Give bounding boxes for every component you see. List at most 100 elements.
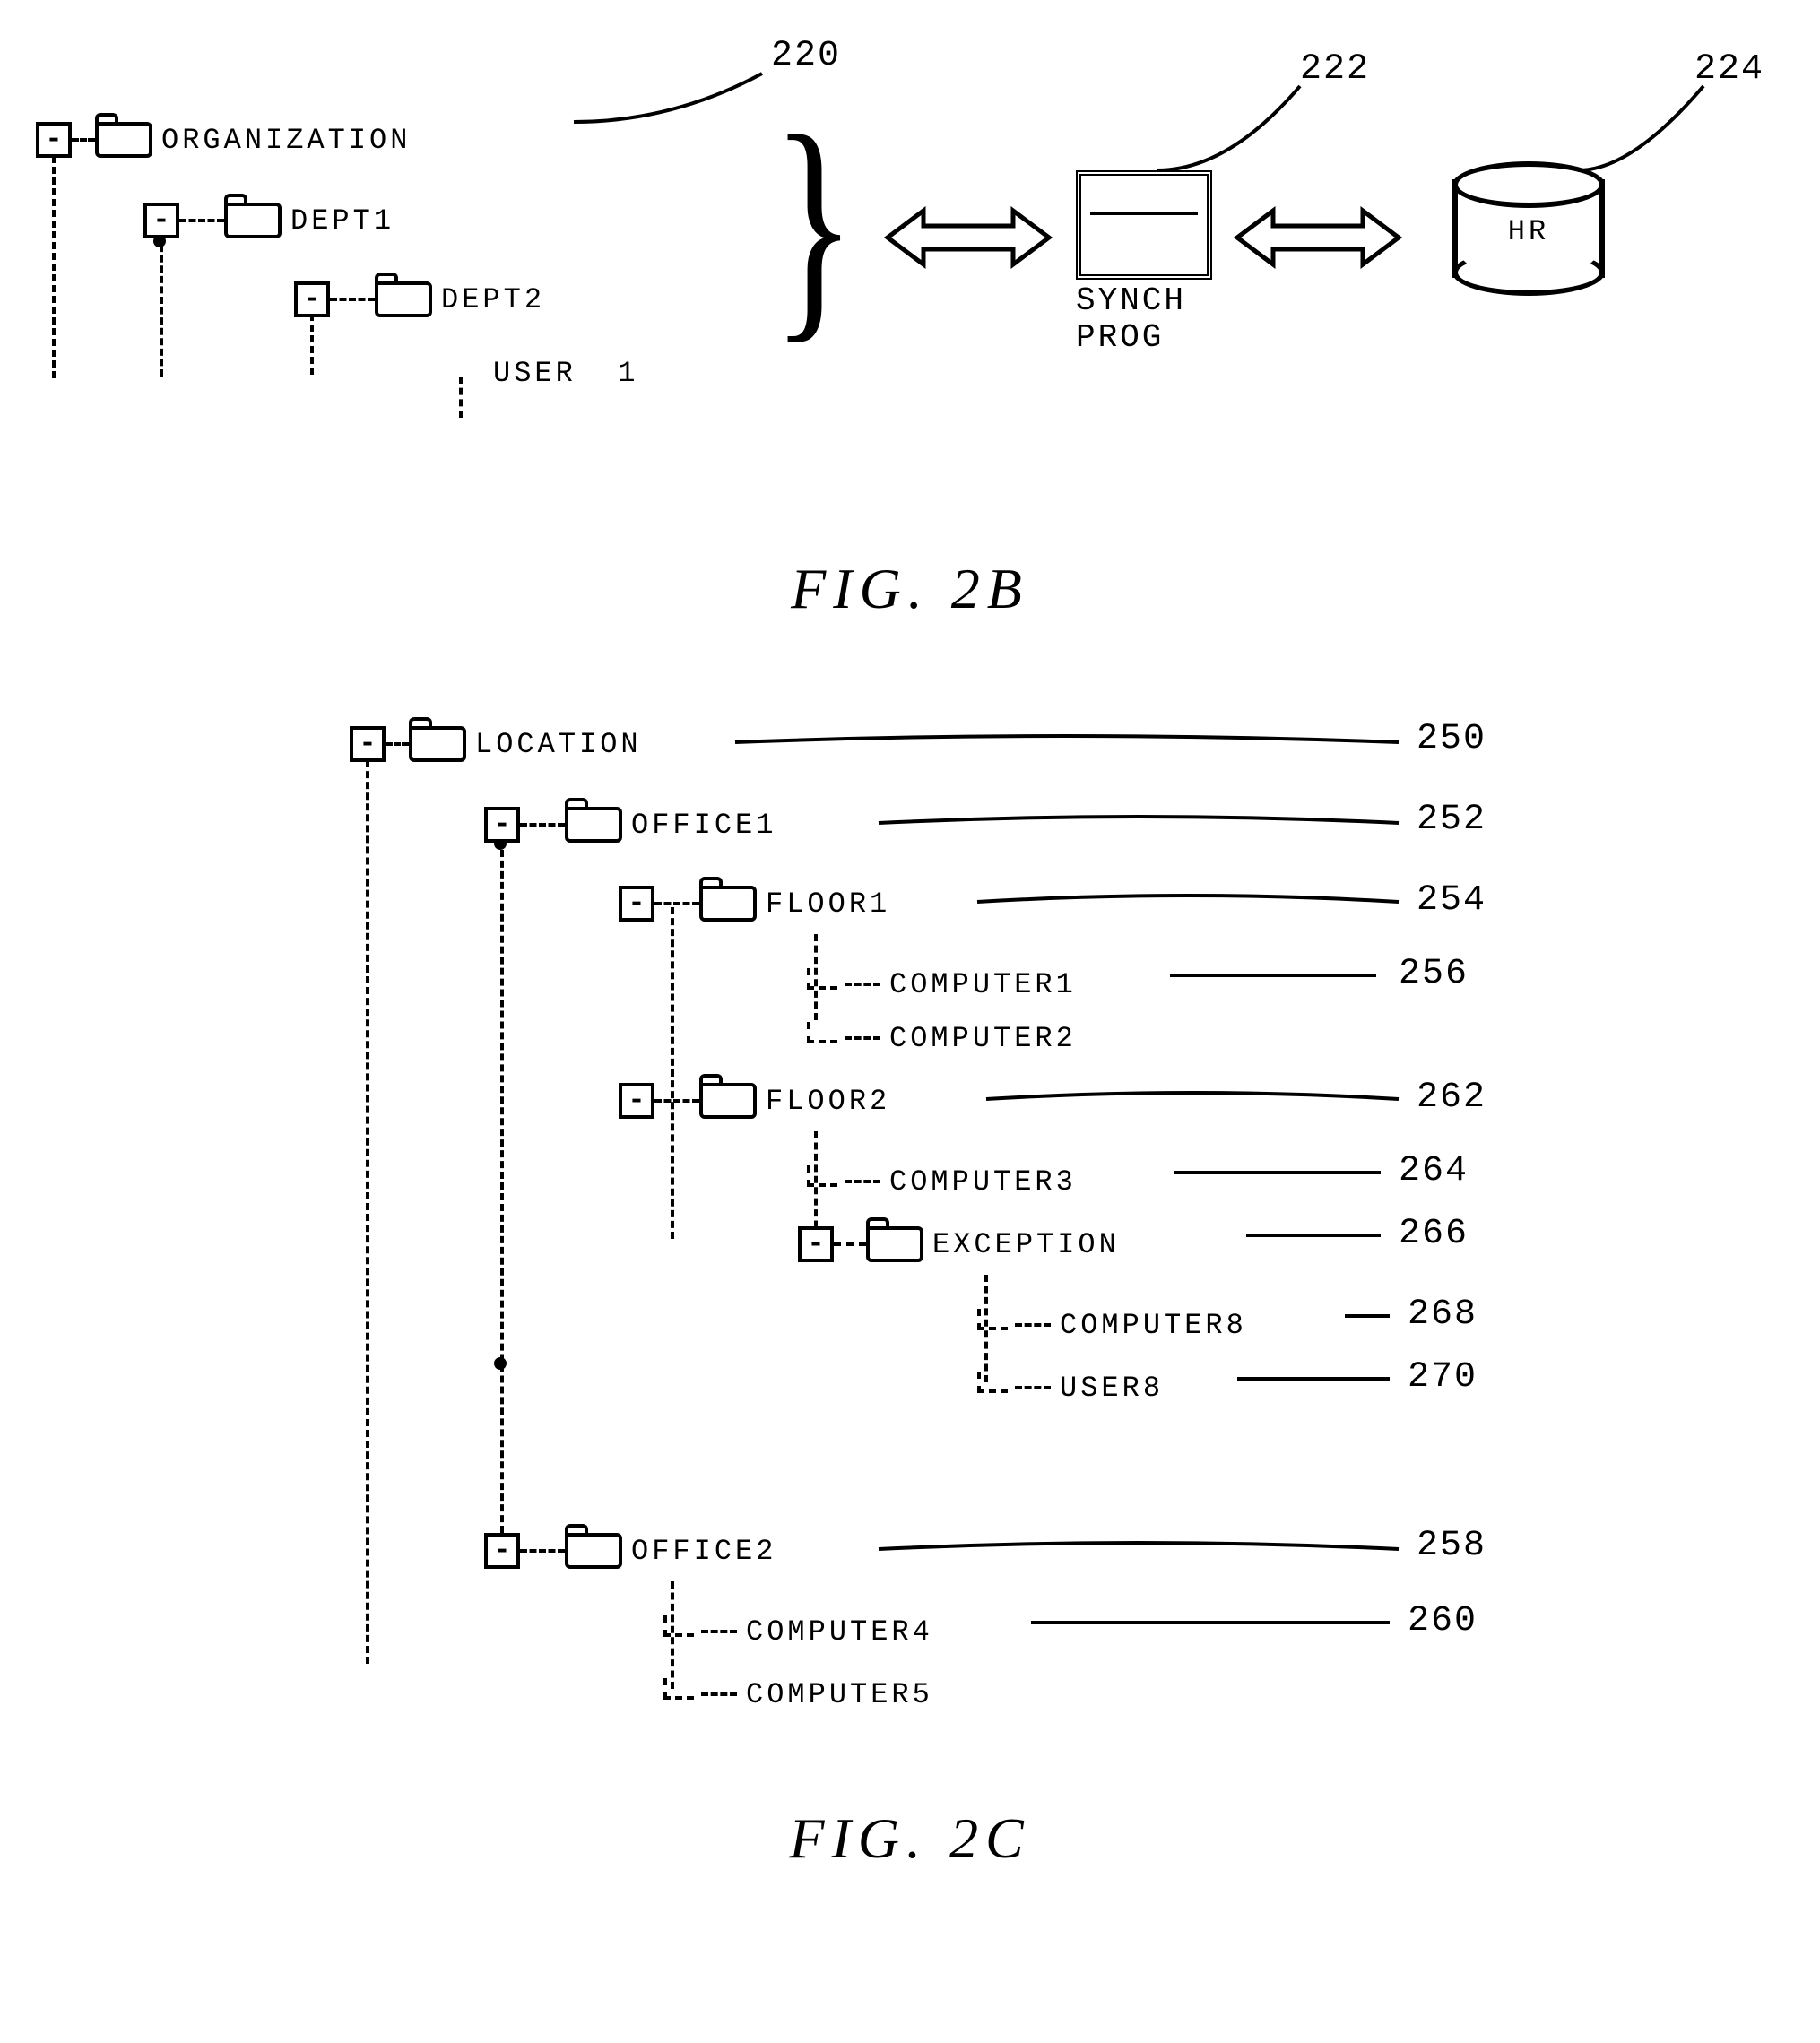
tree-row-dept1: DEPT1 bbox=[143, 188, 394, 253]
folder-icon bbox=[565, 807, 622, 843]
expand-icon[interactable] bbox=[484, 1533, 520, 1569]
connector bbox=[654, 902, 699, 905]
figure-caption: FIG. 2B bbox=[18, 556, 1802, 622]
node-label: EXCEPTION bbox=[932, 1228, 1120, 1261]
ref-number: 258 bbox=[1417, 1526, 1486, 1566]
figure-2c: LOCATION 250 OFFICE1 252 FLOOR1 254 COMP… bbox=[126, 694, 1820, 1752]
leader-line bbox=[574, 68, 771, 131]
folder-icon bbox=[224, 203, 282, 238]
figure-caption: FIG. 2C bbox=[18, 1805, 1802, 1872]
ref-number: 220 bbox=[771, 36, 841, 76]
expand-icon[interactable] bbox=[619, 886, 654, 922]
leader-line bbox=[1237, 1372, 1390, 1386]
node-label: USER 1 bbox=[493, 357, 638, 390]
node-label: FLOOR1 bbox=[766, 887, 890, 921]
brace-icon: } bbox=[772, 99, 859, 350]
leader-line bbox=[1174, 1165, 1381, 1180]
node-label: OFFICE2 bbox=[631, 1535, 776, 1568]
expand-icon[interactable] bbox=[350, 726, 386, 762]
tree-row-computer4: COMPUTER4 bbox=[663, 1599, 933, 1664]
leader-line bbox=[977, 889, 1399, 914]
expand-icon[interactable] bbox=[143, 203, 179, 238]
ref-number: 266 bbox=[1399, 1214, 1469, 1254]
connector bbox=[834, 1242, 866, 1246]
tree-row-organization: ORGANIZATION bbox=[36, 108, 411, 172]
folder-icon bbox=[565, 1533, 622, 1569]
tree-row-computer8: COMPUTER8 bbox=[977, 1293, 1247, 1357]
synch-prog-icon bbox=[1076, 170, 1212, 280]
bullet bbox=[494, 1357, 507, 1370]
figure-2b: ORGANIZATION DEPT1 DEPT2 USER 1 } 220 SY… bbox=[18, 36, 1820, 502]
leader-line bbox=[735, 730, 1399, 755]
node-label: COMPUTER5 bbox=[746, 1678, 933, 1711]
ref-number: 270 bbox=[1408, 1357, 1478, 1398]
tree-row-computer2: COMPUTER2 bbox=[807, 1006, 1077, 1070]
connector bbox=[520, 823, 565, 827]
tree-row-dept2: DEPT2 bbox=[294, 267, 545, 332]
leader-line bbox=[1246, 1228, 1381, 1242]
connector bbox=[807, 1022, 837, 1043]
leader-line bbox=[1170, 968, 1376, 983]
folder-icon bbox=[409, 726, 466, 762]
ref-number: 250 bbox=[1417, 719, 1486, 759]
connector bbox=[330, 298, 375, 301]
connector bbox=[807, 968, 837, 990]
node-label: USER8 bbox=[1060, 1372, 1164, 1405]
ref-number: 252 bbox=[1417, 800, 1486, 840]
node-label: DEPT2 bbox=[441, 283, 545, 316]
ref-number: 254 bbox=[1417, 880, 1486, 921]
node-label: COMPUTER8 bbox=[1060, 1309, 1247, 1342]
node-label: COMPUTER1 bbox=[889, 968, 1077, 1001]
tree-row-floor1: FLOOR1 bbox=[619, 871, 890, 936]
leader-line bbox=[1031, 1615, 1390, 1630]
leader-line bbox=[986, 1086, 1399, 1112]
node-label: OFFICE1 bbox=[631, 809, 776, 842]
expand-icon[interactable] bbox=[36, 122, 72, 158]
node-label: ORGANIZATION bbox=[161, 124, 411, 157]
folder-icon bbox=[866, 1226, 923, 1262]
folder-icon bbox=[699, 886, 757, 922]
tree-row-office2: OFFICE2 bbox=[484, 1519, 776, 1583]
connector bbox=[845, 983, 880, 986]
ref-number: 260 bbox=[1408, 1601, 1478, 1641]
expand-icon[interactable] bbox=[619, 1083, 654, 1119]
leader-line bbox=[1157, 81, 1318, 179]
ref-number: 256 bbox=[1399, 954, 1469, 994]
expand-icon[interactable] bbox=[798, 1226, 834, 1262]
folder-icon bbox=[699, 1083, 757, 1119]
leader-line bbox=[879, 810, 1399, 835]
connector bbox=[807, 1165, 837, 1187]
expand-icon[interactable] bbox=[294, 281, 330, 317]
connector bbox=[663, 1615, 694, 1637]
leader-line bbox=[1345, 1309, 1390, 1323]
node-label: COMPUTER2 bbox=[889, 1022, 1077, 1055]
tree-row-user1: USER 1 bbox=[484, 341, 638, 405]
connector bbox=[845, 1180, 880, 1183]
node-label: FLOOR2 bbox=[766, 1085, 890, 1118]
tree-row-user8: USER8 bbox=[977, 1355, 1164, 1420]
tree-row-office1: OFFICE1 bbox=[484, 792, 776, 857]
tree-row-exception: EXCEPTION bbox=[798, 1212, 1120, 1277]
ref-number: 268 bbox=[1408, 1294, 1478, 1335]
expand-icon[interactable] bbox=[484, 807, 520, 843]
folder-icon bbox=[375, 281, 432, 317]
ref-number: 262 bbox=[1417, 1078, 1486, 1118]
tree-row-floor2: FLOOR2 bbox=[619, 1069, 890, 1133]
synch-prog-label: SYNCH PROG bbox=[1076, 282, 1186, 356]
ref-number: 264 bbox=[1399, 1151, 1469, 1191]
double-arrow-icon bbox=[1228, 206, 1408, 269]
connector bbox=[977, 1372, 1008, 1393]
hr-label: HR bbox=[1452, 215, 1605, 248]
node-label: LOCATION bbox=[475, 728, 642, 761]
connector bbox=[701, 1692, 737, 1696]
connector bbox=[1015, 1386, 1051, 1389]
tree-guide bbox=[366, 749, 369, 1664]
connector bbox=[845, 1036, 880, 1040]
connector bbox=[654, 1099, 699, 1103]
leader-line bbox=[879, 1537, 1399, 1562]
connector bbox=[977, 1309, 1008, 1330]
connector bbox=[386, 742, 409, 746]
node-label: COMPUTER3 bbox=[889, 1165, 1077, 1199]
hr-database-icon: HR bbox=[1452, 161, 1605, 296]
connector bbox=[179, 219, 224, 222]
